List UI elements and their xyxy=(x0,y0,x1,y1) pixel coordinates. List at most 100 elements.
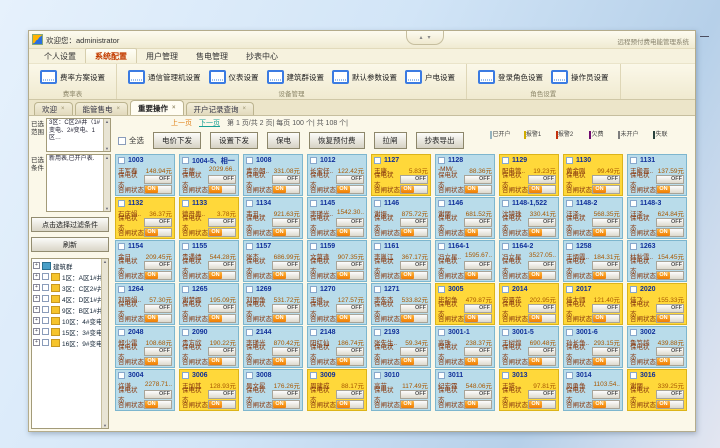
meter-card[interactable]: 1134 韦丑-.. 921.63元 保电状态 OFF xyxy=(243,197,303,239)
meter-checkbox[interactable] xyxy=(630,372,637,379)
meter-card[interactable]: 1148-2 汪泽-.. 568.35元 保电状态 OFF xyxy=(563,197,623,239)
meter-card[interactable]: 1159 文莫逢 907.35元 保电状态 OFF xyxy=(307,240,367,282)
meter-card[interactable]: 1133 德丹奥.. 3.78元 保电状态 OFF xyxy=(179,197,239,239)
ribbon-tab[interactable]: 抄表中心 xyxy=(237,49,287,63)
meter-checkbox[interactable] xyxy=(246,329,253,336)
hezha-toggle[interactable]: ON xyxy=(208,400,236,409)
meter-card[interactable]: 1008 青岛朗.. 331.08元 保电状态 OFF xyxy=(243,154,303,196)
meter-checkbox[interactable] xyxy=(630,329,637,336)
hezha-toggle[interactable]: ON xyxy=(272,400,300,409)
baodian-toggle[interactable]: OFF xyxy=(592,218,621,227)
hezha-toggle[interactable]: ON xyxy=(656,357,684,366)
baodian-toggle[interactable]: OFF xyxy=(464,175,493,184)
hezha-toggle[interactable]: ON xyxy=(528,271,556,280)
meter-card[interactable]: 1161 李胤江 367.17元 保电状态 OFF xyxy=(371,240,431,282)
baodian-toggle[interactable]: OFF xyxy=(208,261,237,270)
baodian-toggle[interactable]: OFF xyxy=(656,175,685,184)
meter-checkbox[interactable] xyxy=(118,157,125,164)
meter-checkbox[interactable] xyxy=(438,372,445,379)
document-tab[interactable]: 开户记录查询 × xyxy=(186,102,255,115)
collapse-up-icon[interactable]: ▴ xyxy=(419,34,422,41)
baodian-toggle[interactable]: OFF xyxy=(144,261,173,270)
scrollbar[interactable]: ▲ ▼ xyxy=(103,119,110,151)
meter-card[interactable]: 1148-3 汪泽-.. 624.84元 保电状态 OFF xyxy=(627,197,687,239)
hezha-toggle[interactable]: ON xyxy=(336,185,364,194)
ribbon-tab[interactable]: 系统配置 xyxy=(85,48,137,63)
tree-item[interactable]: + 3区：C区2#井（1#变… xyxy=(33,282,101,293)
tree-scrollbar[interactable]: ▲ ▼ xyxy=(101,259,108,428)
meter-card[interactable]: 3005 毕起争 479.87元 保电状态 OFF xyxy=(435,283,495,325)
baodian-toggle[interactable]: OFF xyxy=(336,218,365,227)
baodian-toggle[interactable]: OFF xyxy=(208,175,237,184)
meter-checkbox[interactable] xyxy=(502,329,509,336)
hezha-toggle[interactable]: ON xyxy=(144,185,172,194)
baodian-toggle[interactable]: OFF xyxy=(208,304,237,313)
meter-checkbox[interactable] xyxy=(502,372,509,379)
meter-checkbox[interactable] xyxy=(502,200,509,207)
hezha-toggle[interactable]: ON xyxy=(592,357,620,366)
baodian-toggle[interactable]: OFF xyxy=(656,347,685,356)
scroll-up-icon[interactable]: ▲ xyxy=(103,259,107,264)
baodian-toggle[interactable]: OFF xyxy=(144,175,173,184)
meter-checkbox[interactable] xyxy=(182,286,189,293)
hezha-toggle[interactable]: ON xyxy=(400,185,428,194)
baodian-toggle[interactable]: OFF xyxy=(208,218,237,227)
meter-checkbox[interactable] xyxy=(438,286,445,293)
meter-checkbox[interactable] xyxy=(310,372,317,379)
hezha-toggle[interactable]: ON xyxy=(464,185,492,194)
meter-checkbox[interactable] xyxy=(374,200,381,207)
baodian-toggle[interactable]: OFF xyxy=(592,390,621,399)
baodian-toggle[interactable]: OFF xyxy=(272,390,301,399)
meter-card[interactable]: 1164-2 冯立星 3527.05.. 保电状态 OFF xyxy=(499,240,559,282)
close-icon[interactable]: × xyxy=(117,106,121,112)
scroll-down-icon[interactable]: ▼ xyxy=(103,423,107,428)
baodian-toggle[interactable]: OFF xyxy=(464,218,493,227)
meter-card[interactable]: 2014 安晋花 202.95元 保电状态 OFF xyxy=(499,283,559,325)
meter-checkbox[interactable] xyxy=(246,200,253,207)
meter-checkbox[interactable] xyxy=(118,200,125,207)
meter-card[interactable]: 1145 李瑾光.. 1542.30.. 保电状态 OFF xyxy=(307,197,367,239)
meter-checkbox[interactable] xyxy=(118,286,125,293)
action-button[interactable]: 拉闸 xyxy=(374,132,407,149)
meter-checkbox[interactable] xyxy=(118,243,125,250)
tree-checkbox[interactable] xyxy=(42,295,49,302)
meter-card[interactable]: 1148-1,522 沈镜珠 330.41元 保电状态 OFF xyxy=(499,197,559,239)
hezha-toggle[interactable]: ON xyxy=(144,314,172,323)
scroll-down-icon[interactable]: ▼ xyxy=(105,206,109,211)
meter-card[interactable]: 3001-1 高珠 238.37元 保电状态 OFF xyxy=(435,326,495,368)
meter-card[interactable]: 2193 张先生.. 59.34元 保电状态 OFF xyxy=(371,326,431,368)
expander-icon[interactable]: + xyxy=(33,284,40,291)
hezha-toggle[interactable]: ON xyxy=(592,228,620,237)
meter-card[interactable]: 2090 贵方欣 190.22元 保电状态 OFF xyxy=(179,326,239,368)
baodian-toggle[interactable]: OFF xyxy=(272,304,301,313)
tree-root[interactable]: + 建筑群 xyxy=(33,260,101,271)
tree-checkbox[interactable] xyxy=(42,328,49,335)
dropdown-icon[interactable]: ▾ xyxy=(428,34,431,41)
baodian-toggle[interactable]: OFF xyxy=(592,347,621,356)
refresh-button[interactable]: 刷新 xyxy=(31,237,109,252)
meter-checkbox[interactable] xyxy=(310,200,317,207)
baodian-toggle[interactable]: OFF xyxy=(272,261,301,270)
hezha-toggle[interactable]: ON xyxy=(528,357,556,366)
meter-card[interactable]: 1004-5、相一 王茜 2029.66.. 保电状态 OFF xyxy=(179,154,239,196)
meter-checkbox[interactable] xyxy=(374,372,381,379)
action-button[interactable]: 电价下发 xyxy=(153,132,201,149)
tree-checkbox[interactable] xyxy=(42,284,49,291)
ribbon-button[interactable]: 费率方案设置 xyxy=(36,68,109,86)
meter-card[interactable]: 1269 刘国争 531.72元 保电状态 OFF xyxy=(243,283,303,325)
ribbon-tab[interactable]: 售电管理 xyxy=(187,49,237,63)
expander-icon[interactable]: + xyxy=(33,339,40,346)
meter-checkbox[interactable] xyxy=(182,372,189,379)
meter-card[interactable]: 2048 郑少雷 108.68元 保电状态 OFF xyxy=(115,326,175,368)
hezha-toggle[interactable]: ON xyxy=(592,185,620,194)
meter-card[interactable]: 3013 王铁-.. 97.81元 保电状态 OFF xyxy=(499,369,559,411)
tree-checkbox[interactable] xyxy=(42,317,49,324)
meter-card[interactable]: 1129 配电管.. 19.23元 保电状态 OFF xyxy=(499,154,559,196)
meter-card[interactable]: 1271 李先杰 533.82元 保电状态 OFF xyxy=(371,283,431,325)
meter-checkbox[interactable] xyxy=(182,243,189,250)
prev-page-link[interactable]: 上一页 xyxy=(171,118,192,128)
hezha-toggle[interactable]: ON xyxy=(400,400,428,409)
meter-card[interactable]: 3014 凤勇争 1103.54.. 保电状态 OFF xyxy=(563,369,623,411)
expander-icon[interactable]: + xyxy=(33,328,40,335)
meter-card[interactable]: 1154 金日 209.45元 保电状态 OFF xyxy=(115,240,175,282)
